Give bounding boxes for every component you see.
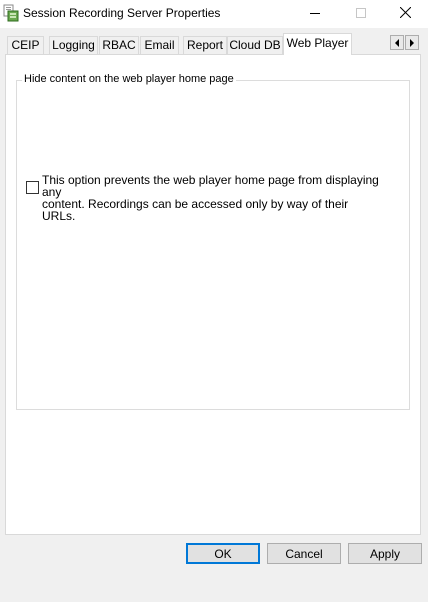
tab-email[interactable]: Email [140,36,179,54]
web-player-tab-page: Hide content on the web player home page… [5,54,421,535]
tab-scroll-left-button[interactable] [390,35,404,50]
session-recording-server-icon[interactable] [3,4,19,22]
apply-button[interactable]: Apply [348,543,422,564]
tab-logging[interactable]: Logging [49,36,98,54]
maximize-icon [356,7,366,21]
tab-scroll-right-button[interactable] [405,35,419,50]
chevron-right-icon [409,36,415,50]
hide-content-group-box [16,80,410,410]
minimize-button[interactable] [292,0,338,28]
ok-button[interactable]: OK [186,543,260,564]
tab-rbac[interactable]: RBAC [99,36,139,54]
checkbox-label-line-2: content. Recordings can be accessed only… [42,197,349,223]
close-button[interactable] [382,0,428,28]
tab-report[interactable]: Report [183,36,227,54]
hide-content-checkbox-label[interactable]: This option prevents the web player home… [42,174,382,222]
minimize-icon [310,7,320,21]
group-title: Hide content on the web player home page [22,73,236,85]
tab-ceip[interactable]: CEIP [7,36,44,54]
chevron-left-icon [394,36,400,50]
tab-cloud-db[interactable]: Cloud DB [227,36,283,54]
hide-content-checkbox[interactable] [26,181,39,194]
checkbox-label-line-1: This option prevents the web player home… [42,173,379,199]
window-title: Session Recording Server Properties [23,6,221,20]
close-icon [399,6,411,21]
maximize-button [338,0,384,28]
tab-web-player[interactable]: Web Player [283,33,352,55]
title-bar: Session Recording Server Properties [0,0,428,28]
cancel-button[interactable]: Cancel [267,543,341,564]
